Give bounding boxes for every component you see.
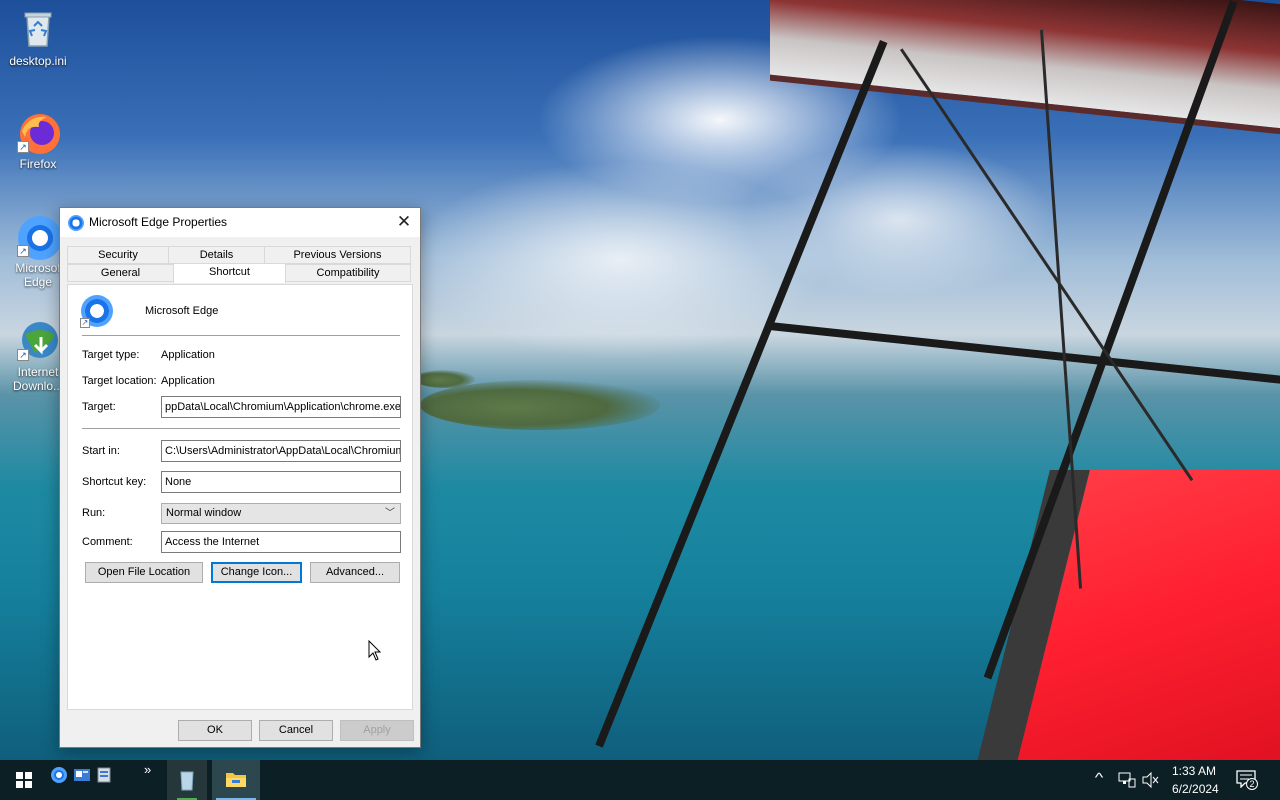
- chromium-icon[interactable]: [50, 766, 68, 784]
- close-button[interactable]: ✕: [388, 208, 420, 237]
- comment-field[interactable]: Access the Internet: [161, 531, 401, 553]
- advanced-button[interactable]: Advanced...: [310, 562, 400, 583]
- apply-button[interactable]: Apply: [340, 720, 414, 741]
- tab-compatibility[interactable]: Compatibility: [285, 264, 411, 282]
- firefox-icon: ↗: [17, 111, 60, 154]
- target-type-label: Target type:: [82, 349, 140, 361]
- shortcut-key-field[interactable]: None: [161, 471, 401, 493]
- tab-security[interactable]: Security: [67, 246, 169, 264]
- shortcut-key-label: Shortcut key:: [82, 476, 147, 488]
- comment-label: Comment:: [82, 536, 133, 548]
- tab-details[interactable]: Details: [168, 246, 265, 264]
- mouse-pointer-icon: [368, 640, 382, 661]
- start-button[interactable]: [0, 760, 48, 800]
- clock-date[interactable]: 6/2/2024: [1172, 782, 1219, 796]
- quick-launch-chevron-icon[interactable]: »: [144, 762, 151, 777]
- tab-previous-versions[interactable]: Previous Versions: [264, 246, 411, 264]
- taskbar-app-file-explorer[interactable]: [212, 760, 260, 800]
- notification-count-badge: 2: [1246, 778, 1258, 790]
- shortcut-tab-panel: ↗ Microsoft Edge Target type: Applicatio…: [67, 284, 413, 710]
- desktop-icon-label: Firefox: [19, 157, 57, 171]
- open-file-location-button[interactable]: Open File Location: [85, 562, 203, 583]
- wallpaper-lower-wing: [970, 470, 1280, 760]
- change-icon-button[interactable]: Change Icon...: [211, 562, 302, 583]
- ok-button[interactable]: OK: [178, 720, 252, 741]
- desktop-icon-firefox[interactable]: ↗ Firefox: [0, 111, 76, 171]
- run-select[interactable]: Normal window ﹀: [161, 503, 401, 524]
- taskbar: » ^ 1:33 AM 6/2/2024 2: [0, 760, 1280, 800]
- file-explorer-icon: [226, 773, 246, 787]
- target-location-label: Target location:: [82, 375, 157, 387]
- server-manager-icon[interactable]: [73, 766, 91, 784]
- recycle-bin-icon: [17, 8, 59, 50]
- cancel-button[interactable]: Cancel: [259, 720, 333, 741]
- run-label: Run:: [82, 507, 106, 519]
- desktop-icon-desktop-ini[interactable]: desktop.ini: [0, 8, 76, 68]
- shortcut-arrow-icon: ↗: [80, 318, 90, 328]
- wallpaper-island: [420, 380, 660, 430]
- target-type-value: Application: [161, 349, 215, 361]
- windows-logo-icon: [16, 772, 32, 788]
- run-select-value: Normal window: [166, 507, 242, 519]
- tab-shortcut[interactable]: Shortcut: [173, 263, 286, 283]
- separator: [82, 335, 400, 336]
- shortcut-name: Microsoft Edge: [145, 305, 219, 317]
- shortcut-arrow-icon: ↗: [17, 349, 29, 361]
- volume-muted-icon[interactable]: [1142, 772, 1160, 788]
- start-in-field[interactable]: C:\Users\Administrator\AppData\Local\Chr…: [161, 440, 401, 462]
- network-server-icon[interactable]: [95, 766, 113, 784]
- dialog-title: Microsoft Edge Properties: [89, 215, 228, 229]
- target-label: Target:: [82, 401, 116, 413]
- chromium-icon: ↗: [80, 295, 113, 328]
- target-location-value: Application: [161, 375, 215, 387]
- tab-general[interactable]: General: [67, 264, 174, 282]
- shortcut-arrow-icon: ↗: [17, 141, 29, 153]
- properties-dialog: Microsoft Edge Properties ✕ Security Det…: [59, 207, 421, 748]
- wallpaper-strut: [769, 322, 1280, 385]
- shortcut-arrow-icon: ↗: [17, 245, 29, 257]
- internet-download-manager-icon: ↗: [17, 319, 59, 361]
- clock-time[interactable]: 1:33 AM: [1172, 764, 1216, 778]
- start-in-label: Start in:: [82, 445, 120, 457]
- dialog-titlebar[interactable]: Microsoft Edge Properties ✕: [60, 208, 420, 237]
- chromium-icon: ↗: [17, 215, 62, 260]
- taskbar-app-recycle[interactable]: [167, 760, 207, 800]
- separator: [82, 428, 400, 429]
- recycle-bin-icon: [180, 771, 194, 791]
- show-hidden-icons-button[interactable]: ^: [1095, 770, 1104, 785]
- chevron-down-icon: ﹀: [385, 508, 395, 519]
- chromium-icon: [68, 215, 84, 231]
- action-center-button[interactable]: 2: [1236, 770, 1260, 792]
- target-field[interactable]: ppData\Local\Chromium\Application\chrome…: [161, 396, 401, 418]
- desktop-icon-label: desktop.ini: [9, 54, 67, 68]
- network-icon[interactable]: [1118, 772, 1136, 788]
